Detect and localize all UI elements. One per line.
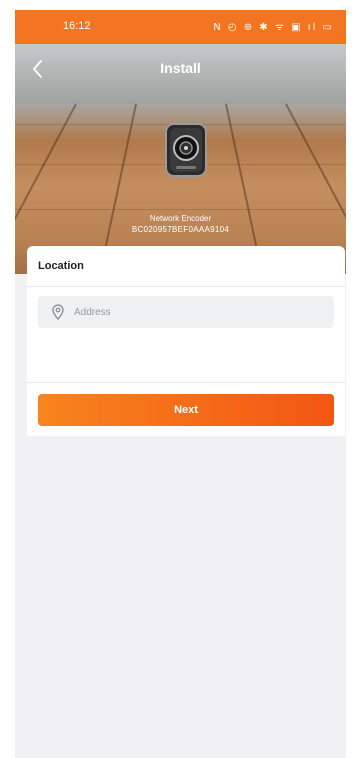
- address-field[interactable]: [38, 296, 334, 328]
- status-bar: 16:12 N ◴ ⊛ ✱ ᯤ ▣ ıl ▭: [15, 10, 346, 44]
- phone-screen: 16:12 N ◴ ⊛ ✱ ᯤ ▣ ıl ▭ Install Network E…: [15, 10, 346, 758]
- location-pin-icon: [52, 304, 64, 320]
- wood-plank-seam: [285, 103, 346, 264]
- status-icons: N ◴ ⊛ ✱ ᯤ ▣ ıl ▭: [213, 22, 334, 33]
- next-button[interactable]: Next: [38, 394, 334, 426]
- wood-plank-seam: [15, 103, 77, 264]
- location-card: Location Next: [27, 246, 345, 436]
- device-serial-id: BC020957BEF0AAA9104: [131, 225, 230, 234]
- network-encoder-device-image: [163, 122, 209, 180]
- status-time: 16:12: [63, 20, 91, 32]
- location-label: Location: [38, 260, 84, 272]
- device-name: Network Encoder: [149, 214, 212, 223]
- address-input[interactable]: [74, 296, 324, 328]
- divider: [27, 286, 345, 287]
- divider: [27, 382, 345, 383]
- page-title: Install: [160, 60, 201, 76]
- wood-grain-line: [15, 209, 346, 210]
